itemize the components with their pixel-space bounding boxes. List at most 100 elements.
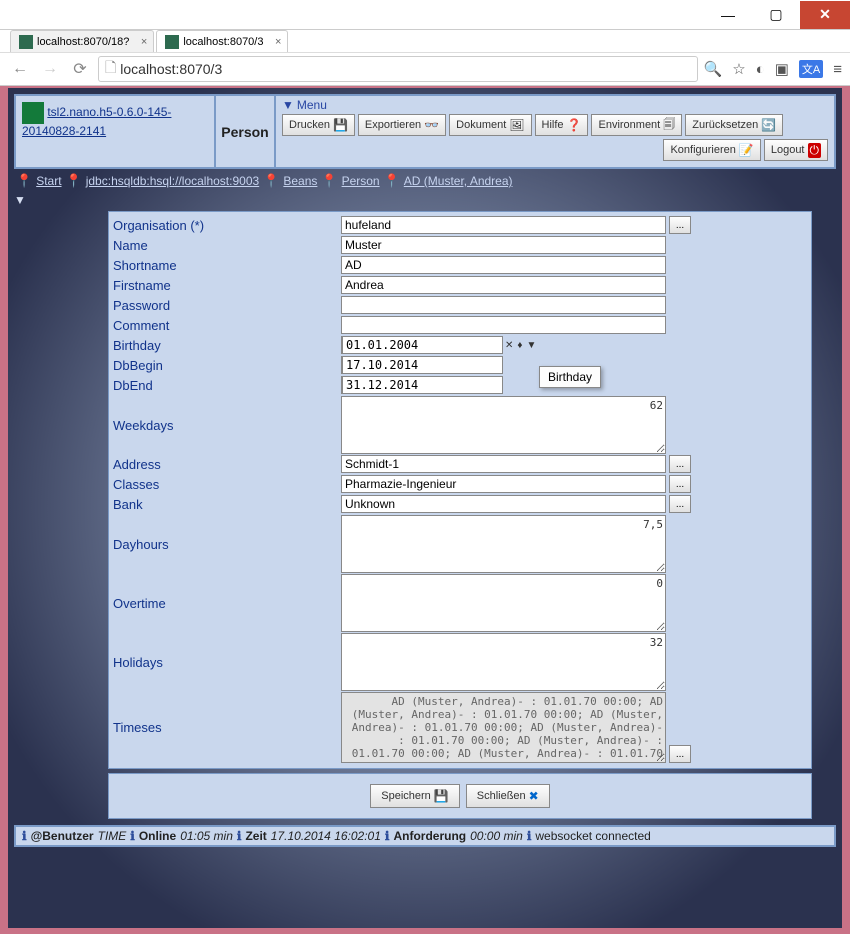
dbend-label: DbEnd — [113, 376, 341, 395]
page-title: Person — [216, 96, 276, 167]
brand-link[interactable]: tsl2.nano.h5-0.6.0-145-20140828-2141 — [22, 105, 171, 138]
info-icon: ℹ — [527, 829, 532, 843]
browser-tab-0[interactable]: localhost:8070/18? × — [10, 30, 154, 52]
benutzer-label: @Benutzer — [31, 829, 94, 843]
pin-icon: 📍 — [16, 173, 32, 189]
search-icon[interactable]: 🔍 — [704, 60, 723, 78]
dbbegin-label: DbBegin — [113, 356, 341, 375]
reload-button[interactable]: ⟳ — [68, 57, 92, 81]
chevron-down-icon[interactable]: ▼ — [525, 340, 539, 351]
bank-field[interactable] — [341, 495, 666, 513]
timeses-lookup-button[interactable]: ... — [669, 745, 691, 763]
save-icon: 💾 — [333, 118, 348, 132]
hilfe-button[interactable]: Hilfe❓ — [535, 114, 589, 136]
logout-button[interactable]: Logout⏻ — [764, 139, 828, 161]
bank-lookup-button[interactable]: ... — [669, 495, 691, 513]
tab-label: localhost:8070/18? — [37, 36, 129, 48]
firstname-field[interactable] — [341, 276, 666, 294]
translate-icon[interactable]: 文A — [799, 60, 823, 78]
cast-icon[interactable]: ▣ — [775, 60, 789, 78]
pin-icon: 📍 — [384, 173, 400, 189]
status-bar: ℹ@Benutzer TIME ℹOnline 01:05 min ℹZeit … — [14, 825, 836, 847]
environment-button[interactable]: Environment🗐 — [591, 114, 682, 136]
bottom-toolbar: Speichern💾 Schließen✖ — [108, 773, 812, 819]
timeses-field: AD (Muster, Andrea)- : 01.01.70 00:00; A… — [341, 692, 666, 763]
bc-ad[interactable]: AD (Muster, Andrea) — [404, 174, 513, 188]
name-field[interactable] — [341, 236, 666, 254]
info-icon: ℹ — [130, 829, 135, 843]
organisation-label: Organisation (*) — [113, 216, 341, 235]
info-icon: ℹ — [22, 829, 27, 843]
bc-beans[interactable]: Beans — [283, 174, 317, 188]
dokument-button[interactable]: Dokument🖼 — [449, 114, 531, 136]
clear-icon[interactable]: ✕ — [503, 340, 515, 351]
drucken-button[interactable]: Drucken💾 — [282, 114, 355, 136]
organisation-field[interactable] — [341, 216, 666, 234]
help-icon: ❓ — [567, 118, 582, 132]
holidays-field[interactable]: 32 — [341, 633, 666, 691]
dbend-field[interactable] — [342, 376, 503, 394]
konfigurieren-button[interactable]: Konfigurieren📝 — [663, 139, 760, 161]
stepper-icon[interactable]: ♦ — [515, 340, 524, 351]
back-button[interactable]: ← — [8, 57, 32, 81]
comment-label: Comment — [113, 316, 341, 335]
online-value: 01:05 min — [180, 829, 233, 843]
pin-icon: 📍 — [66, 173, 82, 189]
timeses-label: Timeses — [113, 718, 341, 737]
forward-button[interactable]: → — [38, 57, 62, 81]
password-label: Password — [113, 296, 341, 315]
exportieren-button[interactable]: Exportieren👓 — [358, 114, 446, 136]
address-lookup-button[interactable]: ... — [669, 455, 691, 473]
address-bar[interactable]: 🗋localhost:8070/3 — [98, 56, 698, 82]
favicon-icon — [165, 35, 179, 49]
menu-label[interactable]: ▼Menu — [282, 98, 828, 112]
address-field[interactable] — [341, 455, 666, 473]
power-icon: ⏻ — [808, 143, 822, 158]
save-icon: 💾 — [434, 789, 449, 803]
online-label: Online — [139, 829, 176, 843]
classes-lookup-button[interactable]: ... — [669, 475, 691, 493]
tab-label: localhost:8070/3 — [183, 36, 263, 48]
password-field[interactable] — [341, 296, 666, 314]
chevron-down-icon[interactable]: ▼ — [14, 193, 836, 207]
organisation-lookup-button[interactable]: ... — [669, 216, 691, 234]
tab-close-icon[interactable]: × — [141, 36, 147, 48]
window-close-button[interactable]: ✕ — [800, 1, 850, 29]
bc-jdbc[interactable]: jdbc:hsqldb:hsql://localhost:9003 — [86, 174, 259, 188]
tooltip: Birthday — [539, 366, 601, 388]
zeit-value: 17.10.2014 16:02:01 — [271, 829, 381, 843]
star-icon[interactable]: ☆ — [732, 60, 745, 78]
refresh-icon: 🔄 — [761, 118, 776, 132]
address-text: localhost:8070/3 — [120, 61, 222, 77]
breadcrumb: 📍 Start 📍 jdbc:hsqldb:hsql://localhost:900… — [14, 173, 836, 189]
weekdays-field[interactable]: 62 — [341, 396, 666, 454]
birthday-field[interactable] — [342, 336, 503, 354]
menu-icon[interactable]: ≡ — [833, 61, 842, 78]
browser-tab-1[interactable]: localhost:8070/3 × — [156, 30, 288, 52]
chevron-down-icon: ▼ — [282, 98, 294, 112]
classes-field[interactable] — [341, 475, 666, 493]
firstname-label: Firstname — [113, 276, 341, 295]
overtime-field[interactable]: 0 — [341, 574, 666, 632]
shortname-field[interactable] — [341, 256, 666, 274]
tab-close-icon[interactable]: × — [275, 36, 281, 48]
shortname-label: Shortname — [113, 256, 341, 275]
copy-icon: 🗐 — [663, 115, 675, 136]
window-minimize-button[interactable]: — — [704, 1, 752, 29]
zeit-label: Zeit — [245, 829, 266, 843]
dayhours-field[interactable]: 7,5 — [341, 515, 666, 573]
birthday-label: Birthday — [113, 336, 341, 355]
weekdays-label: Weekdays — [113, 416, 341, 435]
schliessen-button[interactable]: Schließen✖ — [466, 784, 550, 808]
bc-person[interactable]: Person — [342, 174, 380, 188]
window-maximize-button[interactable]: ▢ — [752, 1, 800, 29]
speichern-button[interactable]: Speichern💾 — [370, 784, 460, 808]
bc-start[interactable]: Start — [36, 174, 61, 188]
classes-label: Classes — [113, 475, 341, 494]
zuruecksetzen-button[interactable]: Zurücksetzen🔄 — [685, 114, 783, 136]
dbbegin-field[interactable] — [342, 356, 503, 374]
benutzer-value: TIME — [98, 829, 127, 843]
comment-field[interactable] — [341, 316, 666, 334]
close-icon: ✖ — [529, 789, 539, 803]
contrast-icon[interactable]: ◐ — [756, 61, 765, 78]
